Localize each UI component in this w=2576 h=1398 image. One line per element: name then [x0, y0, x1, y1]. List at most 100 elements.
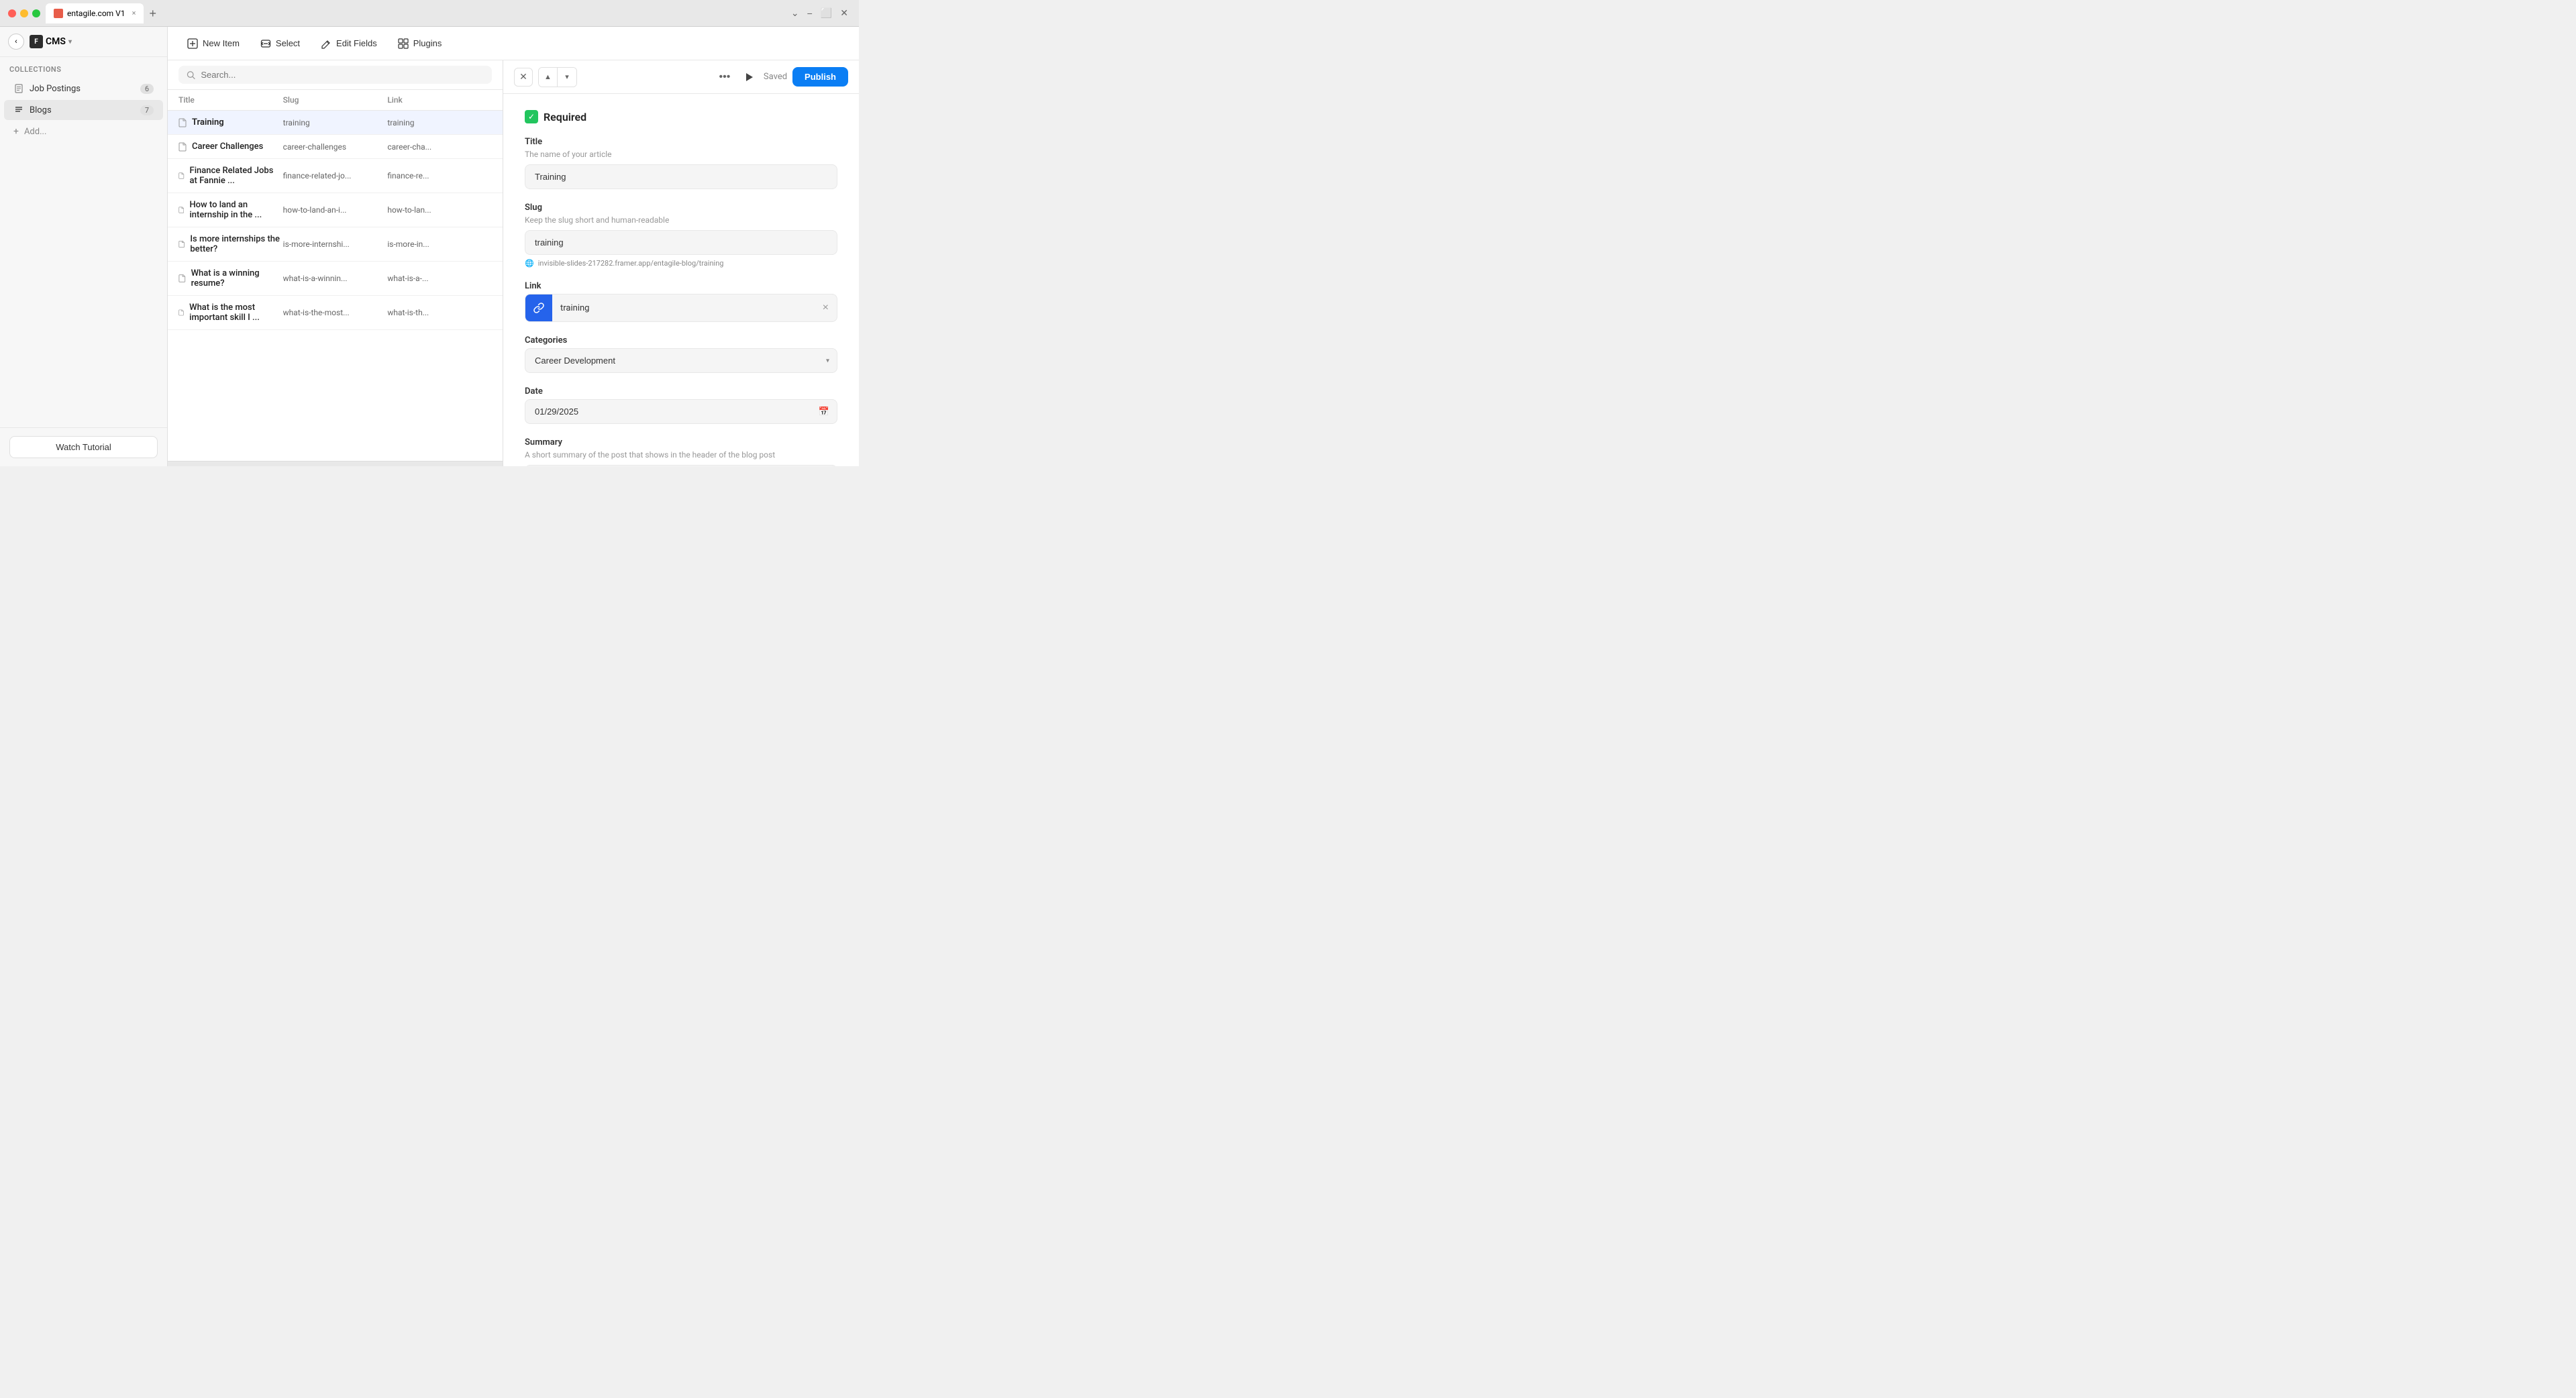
plugins-button[interactable]: Plugins	[389, 34, 450, 54]
sidebar-item-label: Job Postings	[30, 84, 135, 94]
main-content: New Item Select	[168, 27, 859, 466]
table-row-link: training	[387, 118, 492, 127]
search-input[interactable]	[201, 70, 484, 80]
calendar-icon: 📅	[819, 407, 829, 417]
edit-fields-label: Edit Fields	[336, 38, 377, 48]
table-row-title: Finance Related Jobs at Fannie ...	[178, 166, 283, 186]
field-label-slug: Slug	[525, 203, 837, 213]
browser-tab[interactable]: entagile.com V1 ×	[46, 3, 144, 23]
field-label-title: Title	[525, 137, 837, 147]
column-header-link: Link	[387, 95, 492, 105]
field-group-summary: Summary A short summary of the post that…	[525, 437, 837, 466]
select-label: Select	[276, 38, 300, 48]
globe-icon: 🌐	[525, 259, 534, 268]
watch-tutorial-button[interactable]: Watch Tutorial	[9, 436, 158, 458]
doc-icon	[178, 274, 186, 283]
table-row-slug: how-to-land-an-i...	[283, 205, 388, 215]
back-button[interactable]: ‹	[8, 34, 24, 50]
table-row[interactable]: What is the most important skill I ... w…	[168, 296, 503, 330]
table-row-title: How to land an internship in the ...	[178, 200, 283, 220]
link-value: training	[552, 303, 815, 313]
link-icon	[525, 294, 552, 321]
table-row[interactable]: Training training training	[168, 111, 503, 135]
doc-icon	[178, 171, 185, 180]
search-section	[168, 60, 503, 90]
table-row-link: finance-re...	[387, 171, 492, 180]
field-group-date: Date 📅	[525, 386, 837, 424]
doc-icon	[178, 308, 184, 317]
add-collection-button[interactable]: + Add...	[4, 121, 163, 142]
table-row-title: Is more internships the better?	[178, 234, 283, 254]
sidebar-item-blogs[interactable]: Blogs 7	[4, 100, 163, 120]
browser-chevron-down[interactable]: ⌄	[788, 6, 802, 20]
categories-select-wrap: Career Development Finance Technology Sk…	[525, 348, 837, 373]
table-row[interactable]: Is more internships the better? is-more-…	[168, 227, 503, 262]
sidebar-item-label: Blogs	[30, 105, 135, 115]
app: ‹ F CMS ▾ Collections Job Postings 6	[0, 27, 859, 466]
main-toolbar: New Item Select	[168, 27, 859, 60]
column-header-slug: Slug	[283, 95, 388, 105]
table-row-title: Career Challenges	[178, 142, 283, 152]
field-group-title: Title The name of your article	[525, 137, 837, 189]
new-item-button[interactable]: New Item	[178, 34, 248, 54]
select-button[interactable]: Select	[252, 34, 308, 54]
table-row-link: how-to-lan...	[387, 205, 492, 215]
doc-icon	[178, 239, 185, 249]
slug-input[interactable]	[525, 230, 837, 255]
table-row[interactable]: How to land an internship in the ... how…	[168, 193, 503, 227]
date-input[interactable]	[525, 399, 837, 424]
tab-bar: entagile.com V1 × +	[46, 3, 783, 23]
slug-url-text: invisible-slides-217282.framer.app/entag…	[538, 259, 724, 268]
browser-window-close[interactable]: ✕	[837, 6, 851, 20]
doc-icon	[178, 142, 187, 152]
sidebar-item-count: 7	[140, 105, 154, 115]
link-chain-icon	[533, 303, 544, 313]
cms-chevron-icon: ▾	[68, 38, 72, 46]
field-label-categories: Categories	[525, 335, 837, 345]
detail-form: ✓ Required Title The name of your articl…	[503, 94, 859, 466]
browser-maximize-btn[interactable]	[32, 9, 40, 17]
table-row[interactable]: What is a winning resume? what-is-a-winn…	[168, 262, 503, 296]
detail-preview-button[interactable]	[739, 68, 758, 87]
browser-window-restore[interactable]: ⬜	[818, 6, 835, 20]
link-clear-button[interactable]: ×	[815, 302, 837, 314]
table-row-slug: career-challenges	[283, 142, 388, 152]
table-row-link: is-more-in...	[387, 239, 492, 249]
table-row-slug: what-is-the-most...	[283, 308, 388, 317]
sidebar-item-job-postings[interactable]: Job Postings 6	[4, 78, 163, 99]
table-row-link: what-is-th...	[387, 308, 492, 317]
browser-minimize-btn[interactable]	[20, 9, 28, 17]
search-input-wrap	[178, 66, 492, 84]
tab-favicon	[54, 9, 63, 18]
add-tab-button[interactable]: +	[146, 7, 159, 19]
sidebar: ‹ F CMS ▾ Collections Job Postings 6	[0, 27, 168, 466]
doc-icon	[178, 118, 187, 127]
table-row-title: What is a winning resume?	[178, 268, 283, 288]
saved-status: Saved	[764, 72, 787, 82]
browser-window-minimize[interactable]: −	[805, 6, 815, 20]
browser-close-btn[interactable]	[8, 9, 16, 17]
table-row[interactable]: Finance Related Jobs at Fannie ... finan…	[168, 159, 503, 193]
field-group-categories: Categories Career Development Finance Te…	[525, 335, 837, 373]
required-section-header: ✓ Required	[525, 110, 837, 123]
detail-nav-down[interactable]: ▾	[558, 68, 576, 87]
cms-label[interactable]: F CMS ▾	[30, 35, 72, 48]
field-hint-slug: Keep the slug short and human-readable	[525, 215, 837, 225]
edit-fields-button[interactable]: Edit Fields	[312, 34, 385, 54]
field-group-link: Link training ×	[525, 281, 837, 322]
detail-close-button[interactable]: ✕	[514, 68, 533, 87]
select-icon	[260, 38, 272, 50]
categories-select[interactable]: Career Development Finance Technology Sk…	[525, 348, 837, 373]
detail-more-button[interactable]: •••	[715, 68, 734, 87]
table-row[interactable]: Career Challenges career-challenges care…	[168, 135, 503, 159]
detail-toolbar: ✕ ▲ ▾ ••• Saved Publish	[503, 60, 859, 94]
new-item-icon	[187, 38, 199, 50]
tab-close-icon[interactable]: ×	[132, 9, 136, 17]
table-row-title: Training	[178, 117, 283, 127]
detail-nav-up[interactable]: ▲	[539, 68, 558, 87]
title-input[interactable]	[525, 164, 837, 189]
table-scrollbar[interactable]	[168, 461, 503, 466]
publish-button[interactable]: Publish	[792, 67, 848, 87]
summary-textarea[interactable]: Here are some recommend training materia…	[525, 465, 837, 466]
field-label-summary: Summary	[525, 437, 837, 447]
